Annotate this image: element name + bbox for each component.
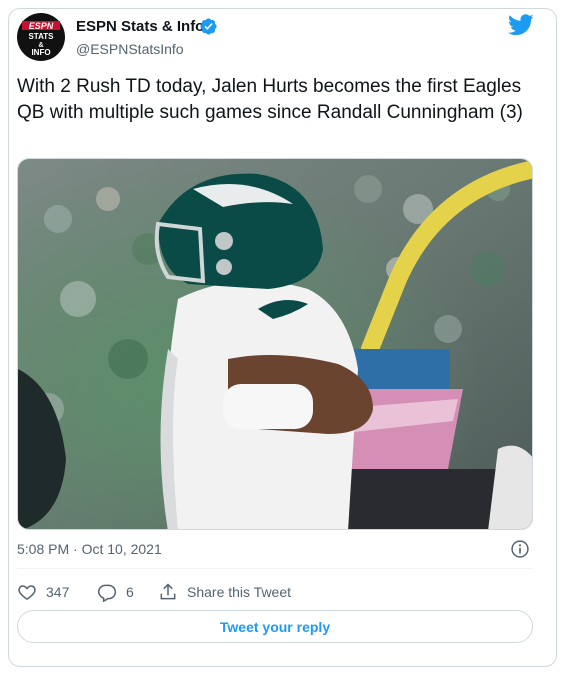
tweet-media-image[interactable] <box>17 158 533 530</box>
football-player-photo <box>18 159 532 529</box>
avatar[interactable]: ESPN STATS & INFO <box>17 13 65 61</box>
twitter-bird-icon[interactable] <box>508 14 534 36</box>
reply-button[interactable]: 6 <box>97 580 134 604</box>
verified-badge-icon <box>200 18 217 35</box>
avatar-info-text: INFO <box>31 48 50 57</box>
share-label: Share this Tweet <box>187 584 292 600</box>
like-button[interactable]: 347 <box>17 580 69 604</box>
reply-icon <box>97 584 117 602</box>
tweet-your-reply-button[interactable]: Tweet your reply <box>17 610 533 643</box>
avatar-espn-text: ESPN <box>29 21 54 31</box>
author-name[interactable]: ESPN Stats & Info <box>76 18 204 35</box>
share-icon <box>160 583 176 600</box>
avatar-stats-text: STATS <box>28 32 54 41</box>
info-icon[interactable] <box>510 539 530 559</box>
author-handle[interactable]: @ESPNStatsInfo <box>76 41 184 57</box>
tweet-actions: 347 6 Share this Tweet <box>17 580 533 604</box>
heart-icon <box>18 585 36 600</box>
share-button[interactable]: Share this Tweet <box>158 580 291 604</box>
tweet-text: With 2 Rush TD today, Jalen Hurts become… <box>17 76 523 123</box>
reply-count: 6 <box>126 584 134 600</box>
tweet-timestamp[interactable]: 5:08 PM · Oct 10, 2021 <box>17 541 162 557</box>
like-count: 347 <box>46 584 70 600</box>
divider <box>17 568 533 569</box>
